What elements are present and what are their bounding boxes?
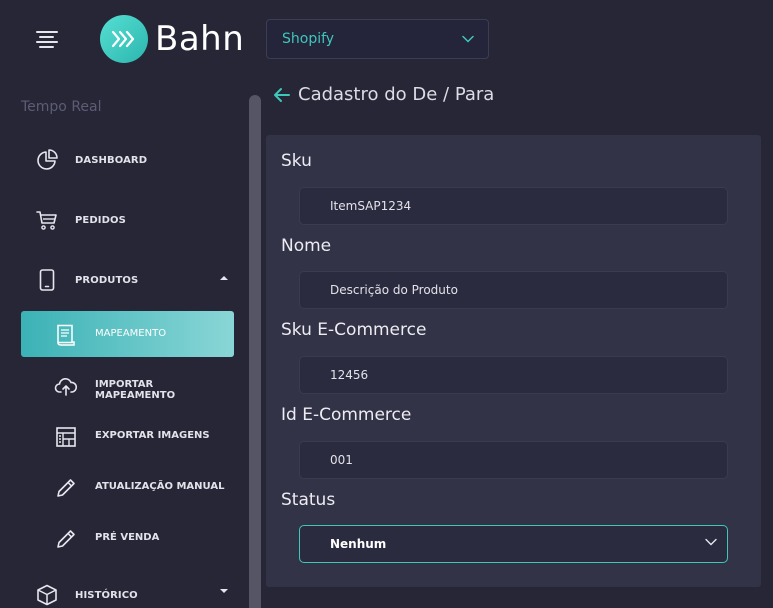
- sku-input[interactable]: ItemSAP1234: [299, 187, 728, 225]
- sidebar-item-label: DASHBOARD: [75, 154, 148, 166]
- nome-input[interactable]: Descrição do Produto: [299, 271, 728, 309]
- sidebar-section-title: Tempo Real: [21, 99, 102, 115]
- menu-line: [36, 31, 58, 33]
- sidebar-item-historico[interactable]: HISTÓRICO: [21, 572, 234, 608]
- menu-line: [39, 46, 54, 48]
- chevron-down-icon: [462, 35, 474, 43]
- sidebar-item-dashboard[interactable]: DASHBOARD: [21, 137, 234, 183]
- sku-label: Sku: [281, 151, 312, 171]
- pencil-icon: [57, 479, 75, 497]
- sidebar-item-label: HISTÓRICO: [75, 589, 138, 601]
- sidebar-scrollbar[interactable]: [249, 95, 261, 608]
- sidebar-subitem-mapeamento[interactable]: MAPEAMENTO: [21, 311, 234, 357]
- sidebar-subitem-importar-mapeamento[interactable]: IMPORTAR MAPEAMENTO: [21, 362, 234, 408]
- export-images-icon: [56, 427, 76, 447]
- sku-ecommerce-input[interactable]: 12456: [299, 356, 728, 394]
- status-select-value: Nenhum: [330, 537, 387, 551]
- menu-toggle-button[interactable]: [36, 30, 58, 50]
- page-title: Cadastro do De / Para: [298, 84, 495, 105]
- sidebar-subitem-label: MAPEAMENTO: [95, 328, 167, 339]
- back-arrow-icon[interactable]: [272, 85, 292, 105]
- sidebar-subitem-label: ATUALIZAÇÃO MANUAL: [95, 481, 225, 492]
- sidebar-subitem-pre-venda[interactable]: PRÉ VENDA: [21, 515, 234, 561]
- phone-icon: [39, 269, 55, 291]
- sidebar-item-label: PEDIDOS: [75, 214, 126, 226]
- document-icon: [57, 324, 75, 346]
- nome-label: Nome: [281, 236, 332, 256]
- logo-text: Bahn: [155, 19, 245, 59]
- sidebar-subitem-label: PRÉ VENDA: [95, 532, 160, 543]
- sidebar-item-produtos[interactable]: PRODUTOS: [21, 257, 234, 303]
- sidebar-item-label: PRODUTOS: [75, 274, 139, 286]
- status-label: Status: [281, 490, 336, 510]
- cart-icon: [36, 211, 57, 230]
- sku-ecommerce-label: Sku E-Commerce: [281, 320, 427, 340]
- sidebar-item-pedidos[interactable]: PEDIDOS: [21, 197, 234, 243]
- form-card: Sku ItemSAP1234 Nome Descrição do Produt…: [266, 135, 761, 587]
- store-select-value: Shopify: [282, 31, 335, 47]
- menu-line: [36, 41, 58, 43]
- pencil-icon: [57, 530, 75, 548]
- caret-down-icon: [220, 589, 228, 593]
- sidebar-subitem-label: IMPORTAR MAPEAMENTO: [95, 379, 176, 401]
- id-ecommerce-label: Id E-Commerce: [281, 405, 412, 425]
- chevron-down-icon: [705, 538, 717, 546]
- logo-chevrons-icon: [100, 15, 148, 63]
- box-icon: [37, 584, 57, 606]
- pie-chart-icon: [37, 149, 58, 170]
- logo[interactable]: Bahn: [100, 15, 244, 63]
- sidebar-subitem-atualizacao-manual[interactable]: ATUALIZAÇÃO MANUAL: [21, 464, 234, 510]
- caret-up-icon: [220, 276, 228, 280]
- menu-line: [39, 36, 54, 38]
- sidebar-subitem-exportar-imagens[interactable]: EXPORTAR IMAGENS: [21, 413, 234, 459]
- status-select[interactable]: Nenhum: [299, 525, 728, 563]
- id-ecommerce-input[interactable]: 001: [299, 441, 728, 479]
- cloud-upload-icon: [54, 378, 78, 396]
- sidebar-subitem-label: EXPORTAR IMAGENS: [95, 430, 210, 441]
- store-select[interactable]: Shopify: [266, 19, 489, 59]
